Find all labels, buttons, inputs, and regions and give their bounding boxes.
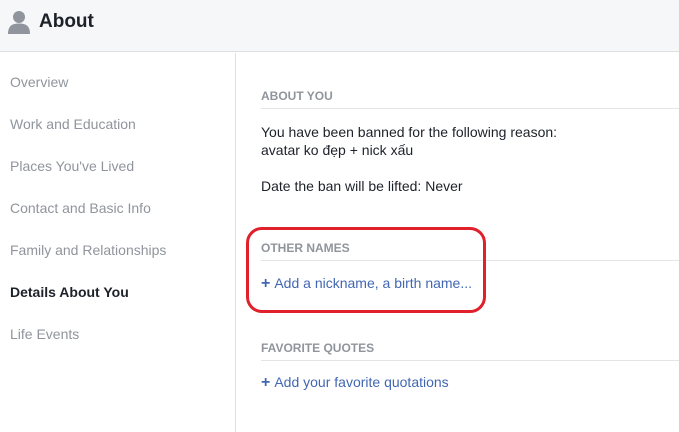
ban-reason-detail: avatar ko đẹp + nick xấu (261, 142, 414, 158)
add-nickname-link[interactable]: + Add a nickname, a birth name... (261, 274, 472, 293)
plus-icon: + (261, 374, 271, 391)
page-title: About (39, 11, 94, 32)
sidebar-item-contact-basic-info[interactable]: Contact and Basic Info (10, 199, 151, 217)
about-sidebar: Overview Work and Education Places You'v… (0, 53, 236, 432)
sidebar-item-family-relationships[interactable]: Family and Relationships (10, 241, 166, 259)
person-silhouette-icon (8, 11, 30, 34)
sidebar-item-work-and-education[interactable]: Work and Education (10, 115, 136, 133)
details-content: ABOUT YOU You have been banned for the f… (237, 53, 679, 432)
add-quotations-label: Add your favorite quotations (274, 374, 449, 390)
page-header: About (0, 0, 679, 52)
sidebar-item-life-events[interactable]: Life Events (10, 325, 79, 343)
sidebar-item-details-about-you[interactable]: Details About You (10, 283, 129, 301)
ban-lift-date: Date the ban will be lifted: Never (261, 178, 463, 194)
about-you-heading: ABOUT YOU (261, 89, 679, 109)
other-names-heading: OTHER NAMES (261, 241, 679, 261)
sidebar-item-places-lived[interactable]: Places You've Lived (10, 157, 134, 175)
add-nickname-label: Add a nickname, a birth name... (274, 275, 473, 291)
plus-icon: + (261, 275, 271, 292)
ban-reason-text: You have been banned for the following r… (261, 124, 558, 140)
sidebar-item-overview[interactable]: Overview (10, 73, 68, 91)
favorite-quotes-heading: FAVORITE QUOTES (261, 341, 679, 361)
add-quotations-link[interactable]: + Add your favorite quotations (261, 373, 449, 392)
